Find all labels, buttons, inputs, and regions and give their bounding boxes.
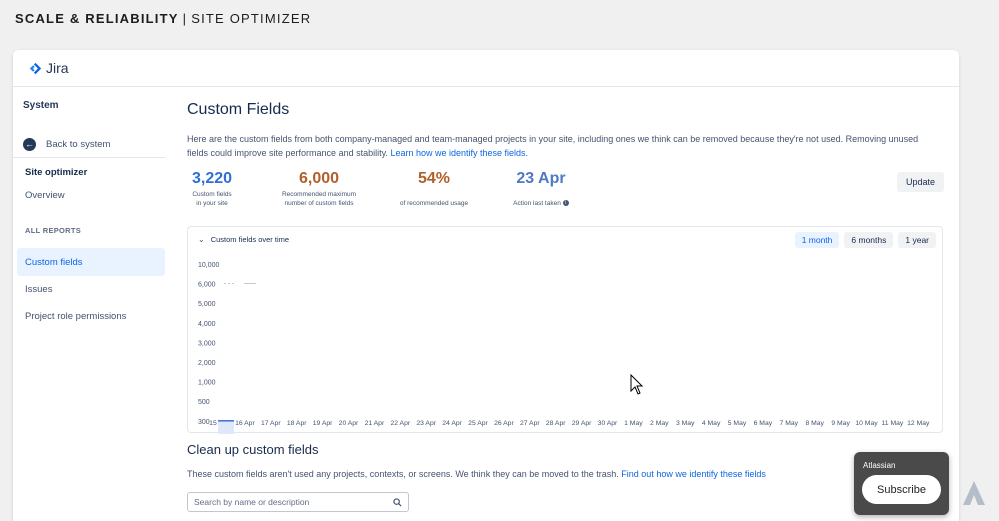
x-tick-label: 27 Apr — [520, 420, 540, 427]
stat-label: Custom fields in your site — [192, 191, 232, 207]
update-button[interactable]: Update — [896, 172, 944, 192]
y-tick-label: 3,000 — [198, 340, 216, 347]
sidebar-item-overview[interactable]: Overview — [13, 184, 173, 206]
stat-value: 54% — [417, 170, 451, 187]
y-tick-label: 5,000 — [198, 301, 216, 308]
y-tick-label: 1,000 — [198, 380, 216, 387]
x-tick-label: 9 May — [831, 420, 850, 427]
y-tick-label: 10,000 — [198, 262, 220, 269]
main-content: Custom Fields Here are the custom fields… — [187, 88, 944, 521]
x-tick-label: 18 Apr — [287, 420, 307, 427]
x-tick-label: 8 May — [805, 420, 824, 427]
range-1-month[interactable]: 1 month — [794, 232, 840, 248]
subscribe-popup: Atlassian Subscribe — [854, 452, 949, 515]
stat-label: Recommended maximum number of custom fie… — [281, 191, 357, 207]
x-tick-label: 26 Apr — [494, 420, 514, 427]
stat-value: 3,220 — [191, 170, 233, 187]
x-tick-label: 28 Apr — [546, 420, 566, 427]
x-tick-label: 16 Apr — [235, 420, 255, 427]
intro-body: Here are the custom fields from both com… — [187, 134, 919, 158]
search-input[interactable]: Search by name or description — [187, 492, 409, 512]
x-tick-label: 20 Apr — [339, 420, 359, 427]
stat-custom-fields: 3,220 Custom fields in your site — [187, 170, 237, 210]
app-header: Jira — [13, 50, 959, 87]
stat-action-last-taken: 23 Apr Action last taken i — [501, 170, 581, 210]
x-tick-label: 21 Apr — [365, 420, 385, 427]
stat-value: 6,000 — [298, 170, 340, 187]
chevron-down-icon: ⌄ — [198, 235, 205, 244]
y-tick-label: 500 — [198, 399, 210, 406]
x-tick-label: 24 Apr — [442, 420, 462, 427]
x-tick-label: 6 May — [754, 420, 773, 427]
search-icon — [393, 497, 402, 507]
header-separator: | — [182, 11, 188, 26]
cleanup-title: Clean up custom fields — [187, 442, 319, 457]
back-to-system-link[interactable]: ← Back to system — [13, 120, 165, 158]
sidebar-section-site-optimizer: Site optimizer — [25, 167, 88, 178]
chart-header[interactable]: ⌄ Custom fields over time — [198, 235, 289, 244]
mouse-cursor-icon — [630, 374, 644, 395]
learn-more-link[interactable]: Learn how we identify these fields. — [390, 148, 528, 158]
stat-usage: 54% of recommended usage — [389, 170, 479, 210]
stat-recommended-max: 6,000 Recommended maximum number of cust… — [271, 170, 367, 210]
popup-title: Atlassian — [863, 461, 896, 470]
header-title-sub: SITE OPTIMIZER — [191, 11, 312, 26]
chart-title: Custom fields over time — [210, 235, 290, 244]
y-tick-label: 2,000 — [198, 360, 216, 367]
x-tick-label: 4 May — [702, 420, 721, 427]
sidebar-item-project-role-permissions[interactable]: Project role permissions — [13, 303, 173, 330]
search-placeholder: Search by name or description — [194, 497, 310, 507]
x-tick-label: 11 May — [882, 420, 904, 427]
x-tick-label: 3 May — [676, 420, 695, 427]
range-selector: 1 month 6 months 1 year — [794, 232, 936, 248]
x-tick-label: 19 Apr — [313, 420, 333, 427]
app-window: Jira System ← Back to system Site optimi… — [13, 50, 959, 521]
sidebar: System ← Back to system Site optimizer O… — [13, 88, 173, 521]
x-tick-label: 17 Apr — [261, 420, 281, 427]
range-1-year[interactable]: 1 year — [898, 232, 936, 248]
sidebar-group-all-reports: ALL REPORTS — [25, 226, 82, 235]
jira-logo[interactable]: Jira — [29, 60, 69, 76]
stat-label-wrap: Action last taken i — [513, 199, 569, 208]
stat-label: Action last taken — [513, 200, 561, 207]
back-label: Back to system — [46, 139, 111, 150]
x-tick-label: 7 May — [780, 420, 799, 427]
jira-icon — [29, 62, 42, 74]
info-icon[interactable]: i — [562, 200, 569, 207]
x-tick-label: 5 May — [728, 420, 747, 427]
x-tick-label: 23 Apr — [416, 420, 436, 427]
y-tick-label: 300 — [198, 419, 210, 426]
x-tick-label: 29 Apr — [572, 420, 592, 427]
x-tick-label: 22 Apr — [390, 420, 410, 427]
sidebar-heading: System — [23, 100, 59, 111]
chart-card: 10,000 6,000 5,000 4,000 3,000 2,000 1,000 500 3… — [187, 226, 943, 434]
page-title: Custom Fields — [187, 101, 290, 118]
y-tick-label: 4,000 — [198, 321, 216, 328]
range-6-months[interactable]: 6 months — [844, 232, 894, 248]
x-tick-label: 30 Apr — [598, 420, 618, 427]
cleanup-desc-text: These custom fields aren't used any proj… — [187, 469, 619, 479]
cleanup-desc: These custom fields aren't used any proj… — [187, 469, 944, 479]
x-tick-label: 10 May — [855, 420, 878, 427]
atlassian-logo — [963, 481, 985, 505]
page-header-title: SCALE & RELIABILITY | SITE OPTIMIZER — [15, 11, 311, 26]
stat-value: 23 Apr — [516, 170, 566, 187]
stats-row: 3,220 Custom fields in your site 6,000 R… — [187, 170, 944, 210]
header-title-bold: SCALE & RELIABILITY — [15, 11, 179, 26]
sidebar-item-issues[interactable]: Issues — [13, 276, 173, 303]
arrow-left-icon: ← — [23, 138, 36, 151]
x-tick-label: 25 Apr — [468, 420, 488, 427]
custom-fields-chart: 10,000 6,000 5,000 4,000 3,000 2,000 1,000 500 3… — [198, 262, 930, 434]
subscribe-button[interactable]: Subscribe — [862, 475, 941, 504]
cleanup-learn-link[interactable]: Find out how we identify these fields — [621, 469, 766, 479]
y-tick-label: 6,000 — [198, 282, 216, 289]
x-tick-label: 1 May — [624, 420, 643, 427]
app-name: Jira — [46, 60, 69, 76]
intro-text: Here are the custom fields from both com… — [187, 132, 927, 160]
stat-label: of recommended usage — [399, 200, 469, 207]
x-tick-label: 12 May — [907, 420, 930, 427]
sidebar-item-custom-fields[interactable]: Custom fields — [17, 248, 165, 276]
x-tick-label: 2 May — [650, 420, 669, 427]
chart-bar — [218, 420, 234, 434]
